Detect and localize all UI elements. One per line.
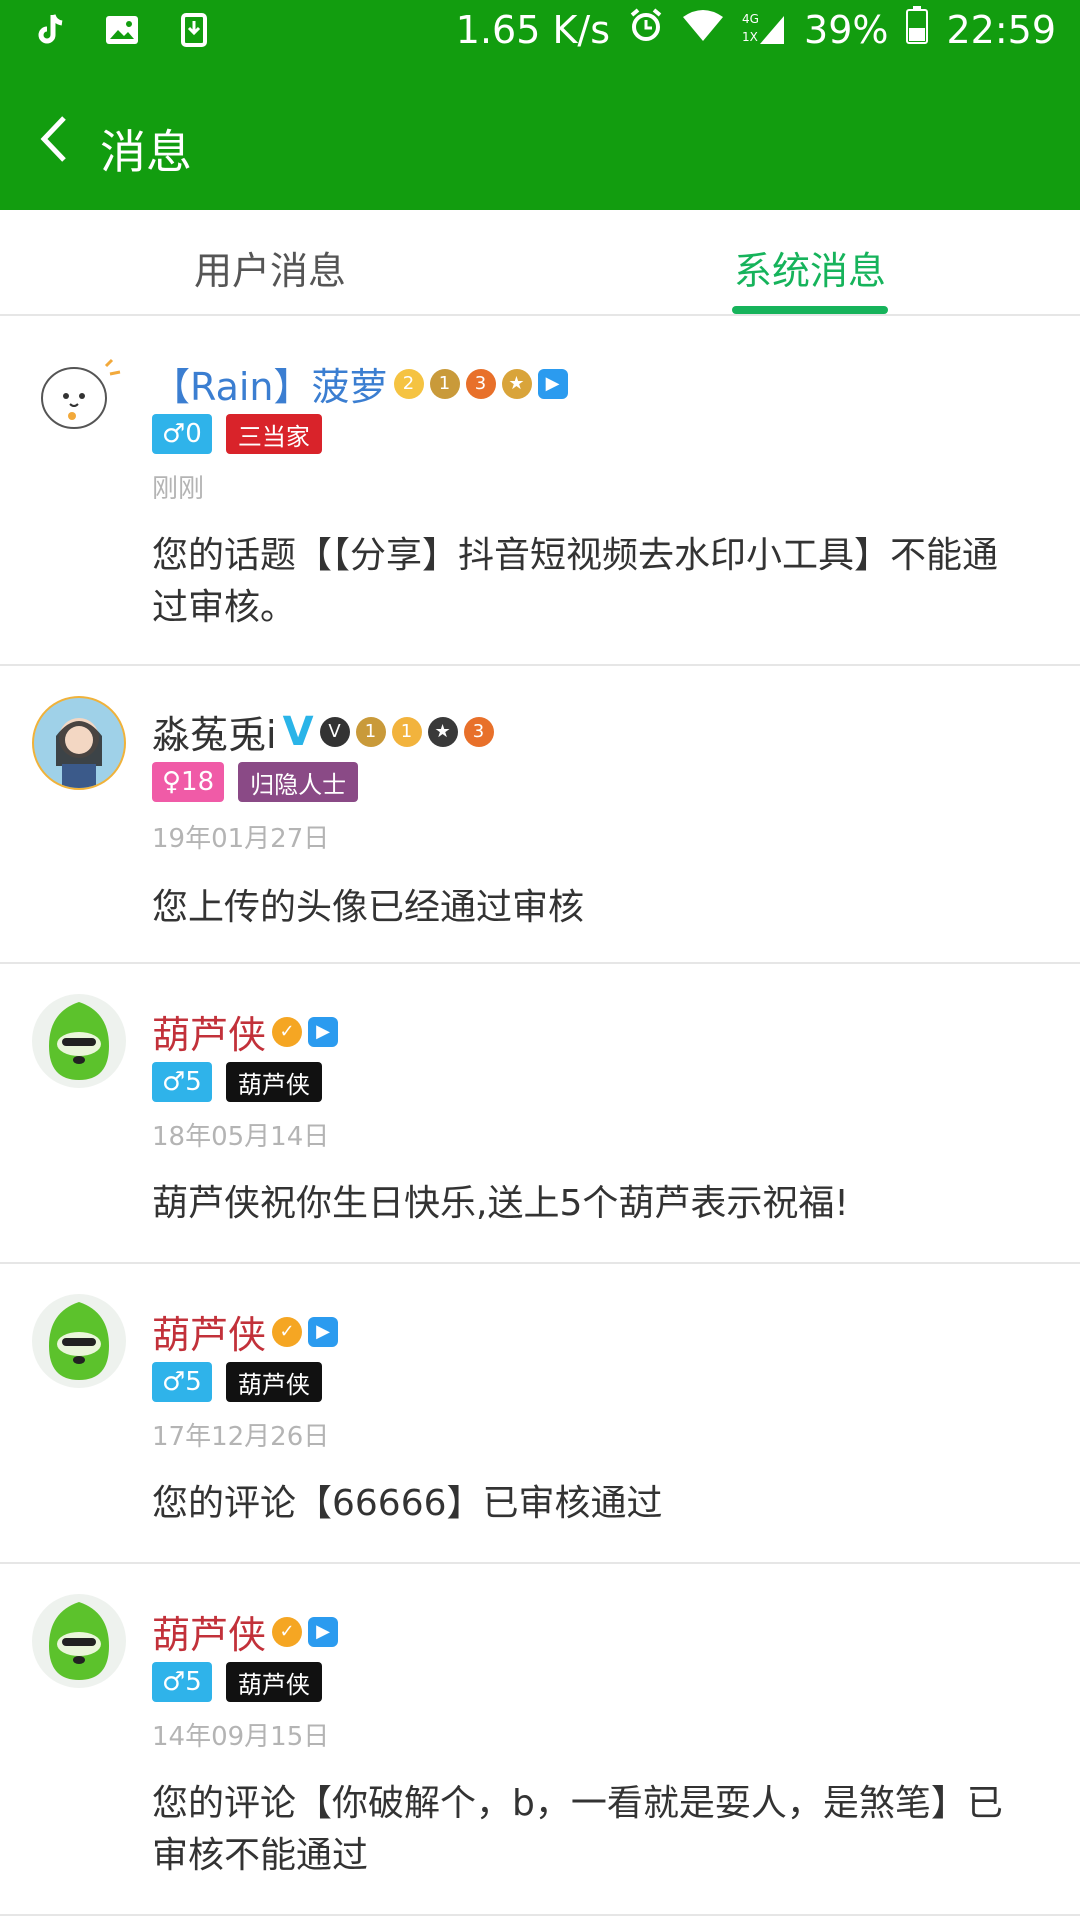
verified-icon: ✓	[272, 1616, 303, 1647]
wifi-icon	[682, 8, 724, 52]
list-item[interactable]: 淼菟兎i V V 1 1 ★ 3 ♀18 归隐人士 19年01月27日 您上传的…	[0, 666, 1080, 964]
v-badge-icon: V	[319, 716, 350, 747]
battery-icon	[906, 6, 929, 53]
avatar[interactable]	[32, 696, 126, 790]
list-item[interactable]: 葫芦侠 ✓ ▶ ♂5 葫芦侠 18年05月14日 葫芦侠祝你生日快乐,送上5个葫…	[0, 964, 1080, 1264]
list-item[interactable]: 【Rain】菠萝 2 1 3 ★ ▶ ♂0 三当家 刚刚 您的话题【【分享】抖音…	[0, 316, 1080, 666]
video-icon: ▶	[308, 1616, 339, 1647]
verified-icon: ✓	[272, 1016, 303, 1047]
tab-user-messages[interactable]: 用户消息	[194, 240, 346, 295]
rank-badge: 葫芦侠	[225, 1662, 322, 1702]
list-item[interactable]: 葫芦侠 ✓ ▶ ♂5 葫芦侠 14年09月15日 您的评论【你破解个，b，一看就…	[0, 1564, 1080, 1916]
rank-badge: 三当家	[225, 414, 322, 454]
username[interactable]: 葫芦侠	[152, 1004, 266, 1059]
avatar[interactable]	[32, 994, 126, 1088]
username[interactable]: 葫芦侠	[152, 1304, 266, 1359]
message-content: 您上传的头像已经通过审核	[152, 887, 585, 928]
verified-icon: ✓	[272, 1316, 303, 1347]
medal-icon: 1	[391, 716, 422, 747]
avatar[interactable]	[32, 1594, 126, 1688]
timestamp: 17年12月26日	[152, 1422, 330, 1452]
timestamp: 19年01月27日	[152, 824, 330, 854]
network-speed: 1.65 K/s	[455, 7, 611, 52]
rank-badge: 归隐人士	[238, 762, 359, 802]
rank-badge: 葫芦侠	[225, 1062, 322, 1102]
timestamp: 14年09月15日	[152, 1722, 330, 1752]
timestamp: 18年05月14日	[152, 1122, 330, 1152]
gender-badge: ♂5	[152, 1062, 212, 1102]
username[interactable]: 淼菟兎i	[152, 704, 277, 759]
gender-badge: ♂5	[152, 1662, 212, 1702]
username[interactable]: 【Rain】菠萝	[152, 356, 388, 411]
signal-icon: 4G 1X	[742, 10, 786, 50]
username[interactable]: 葫芦侠	[152, 1604, 266, 1659]
avatar[interactable]	[32, 1294, 126, 1388]
medal-icon: ★	[427, 716, 458, 747]
active-tab-indicator	[732, 306, 888, 314]
timestamp: 刚刚	[152, 474, 205, 504]
message-content: 葫芦侠祝你生日快乐,送上5个葫芦表示祝福!	[152, 1183, 849, 1224]
clock: 22:59	[946, 7, 1056, 52]
page-title: 消息	[100, 125, 192, 179]
back-arrow-icon[interactable]	[36, 114, 76, 164]
network-type: 4G	[742, 11, 759, 26]
verified-v-icon: V	[282, 708, 314, 755]
message-content: 您的评论【66666】已审核通过	[152, 1483, 663, 1524]
level-badge-icon: 2	[393, 368, 424, 399]
medal-icon: 3	[465, 368, 496, 399]
medal-icon: ★	[501, 368, 532, 399]
message-content: 您的评论【你破解个，b，一看就是耍人，是煞笔】已审核不能通过	[152, 1783, 1003, 1876]
video-icon: ▶	[308, 1016, 339, 1047]
video-icon: ▶	[308, 1316, 339, 1347]
download-icon	[176, 12, 212, 48]
tab-bar: 用户消息 系统消息	[0, 210, 1080, 316]
medal-icon: 1	[429, 368, 460, 399]
app-bar: 消息	[0, 64, 1080, 210]
message-content: 您的话题【【分享】抖音短视频去水印小工具】不能通过审核。	[152, 535, 999, 628]
rank-badge: 葫芦侠	[225, 1362, 322, 1402]
status-bar: 1.65 K/s 4G 1X 39% 22:59	[0, 0, 1080, 64]
medal-icon: 3	[463, 716, 494, 747]
gender-badge: ♂0	[152, 414, 212, 454]
tiktok-icon	[32, 12, 68, 48]
medal-icon: 1	[355, 716, 386, 747]
list-item[interactable]: 葫芦侠 ✓ ▶ ♂5 葫芦侠 17年12月26日 您的评论【66666】已审核通…	[0, 1264, 1080, 1564]
tab-system-messages[interactable]: 系统消息	[734, 240, 886, 295]
gallery-icon	[104, 12, 140, 48]
battery-level: 39%	[804, 7, 889, 52]
sim-label: 1X	[742, 29, 758, 44]
gender-badge: ♂5	[152, 1362, 212, 1402]
alarm-icon	[628, 7, 664, 52]
video-icon: ▶	[537, 368, 568, 399]
gender-badge: ♀18	[152, 762, 225, 802]
avatar[interactable]	[32, 346, 126, 440]
